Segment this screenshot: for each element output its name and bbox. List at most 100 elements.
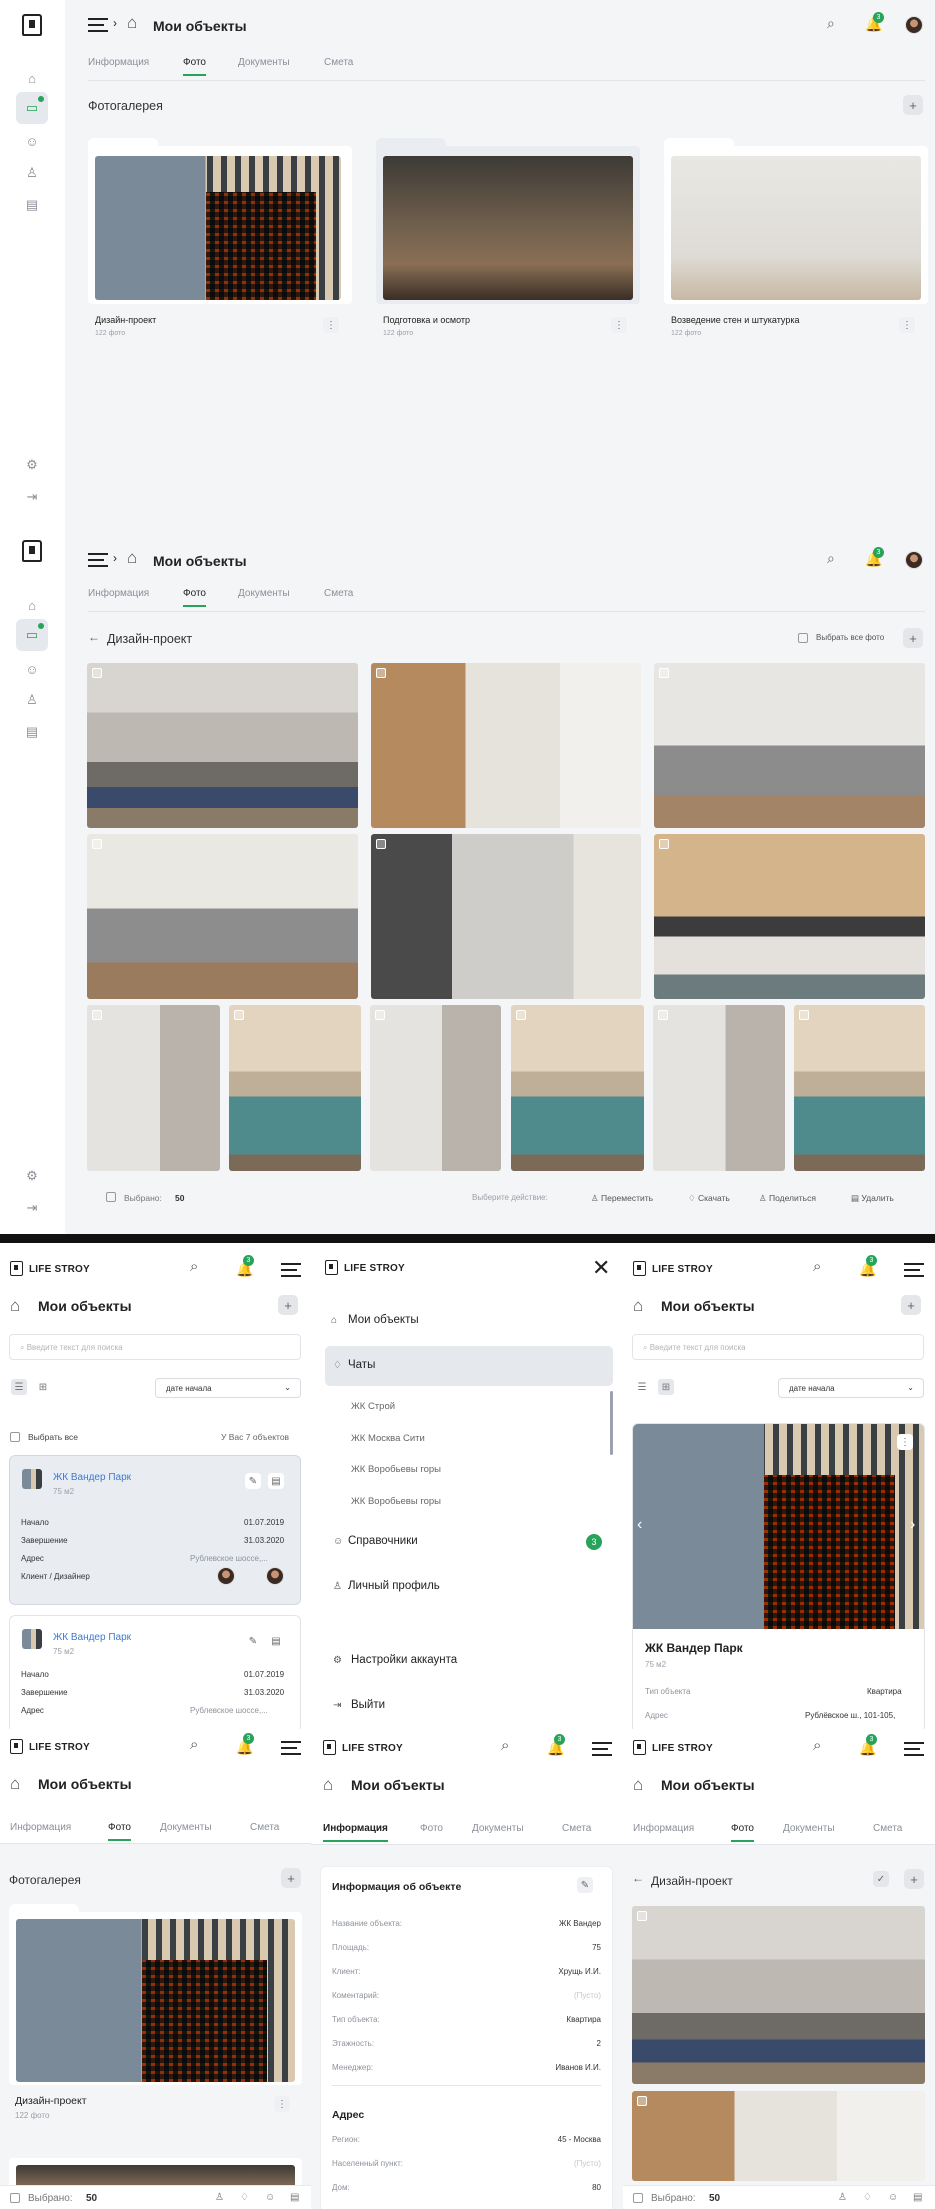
photo-thumb[interactable] [794,1005,925,1171]
chevron-left-icon[interactable]: ‹ [637,1516,642,1534]
tab-photo[interactable]: Фото [108,1822,131,1841]
share-icon[interactable]: ☺ [265,2192,275,2203]
scrollbar[interactable] [610,1391,613,1455]
photo-checkbox[interactable] [92,1010,102,1020]
add-photo-button[interactable]: + [903,628,923,648]
object-name[interactable]: ЖК Вандер Парк [53,1472,131,1483]
photo-thumb[interactable] [632,2091,925,2181]
photo-thumb[interactable] [370,1005,501,1171]
object-grid-card[interactable]: ⋮ ‹ › ЖК Вандер Парк 75 м2 Тип объекта К… [632,1423,925,1729]
users-icon[interactable]: ☺ [22,659,42,679]
photo-checkbox[interactable] [659,668,669,678]
logout-icon[interactable]: ⇥ [22,1198,42,1218]
selected-checkbox[interactable] [10,2193,20,2203]
tab-photo[interactable]: Фото [420,1823,443,1834]
trash-icon[interactable]: ▤ [913,2192,922,2203]
avatar[interactable] [905,16,923,34]
tab-estimate[interactable]: Смета [250,1822,279,1833]
app-logo[interactable] [633,1740,646,1755]
download-button[interactable]: ♢ Скачать [688,1193,730,1204]
search-icon[interactable]: ⌕ [190,1736,198,1753]
add-object-button[interactable]: + [901,1295,921,1315]
chevron-right-icon[interactable]: › [910,1516,915,1534]
client-avatar[interactable] [217,1567,235,1585]
search-icon[interactable]: ⌕ [827,15,835,32]
photo-checkbox[interactable] [799,1010,809,1020]
list-view-button[interactable]: ☰ [634,1379,650,1395]
edit-button[interactable]: ✎ [245,1633,261,1649]
profile-icon[interactable]: ♙ [22,690,42,710]
add-folder-button[interactable]: + [281,1868,301,1888]
tab-docs[interactable]: Документы [238,588,290,599]
photo-thumb[interactable] [511,1005,644,1171]
chat-item[interactable]: ЖК Москва Сити [351,1433,425,1444]
edit-button[interactable]: ✎ [245,1473,261,1489]
photo-checkbox[interactable] [659,839,669,849]
share-button[interactable]: ♙ Поделиться [759,1193,816,1204]
photo-thumb[interactable] [632,1906,925,2084]
close-icon[interactable]: ✕ [592,1257,610,1279]
app-logo[interactable] [10,1261,23,1276]
object-name[interactable]: ЖК Вандер Парк [53,1632,131,1643]
grid-view-button[interactable]: ⊞ [658,1379,674,1395]
photo-thumb[interactable] [371,834,641,999]
tab-info[interactable]: Информация [88,588,149,599]
menu-toggle-icon[interactable] [904,1263,924,1277]
users-icon[interactable]: ☺ [22,131,42,151]
grid-view-button[interactable]: ⊞ [35,1379,51,1395]
add-photo-button[interactable]: + [904,1869,924,1889]
selected-checkbox[interactable] [633,2193,643,2203]
menu-item-settings[interactable]: Настройки аккаунта [351,1654,457,1666]
photo-thumb[interactable] [654,834,925,999]
tab-docs[interactable]: Документы [472,1823,524,1834]
chat-item[interactable]: ЖК Воробьевы горы [351,1464,441,1475]
tab-estimate[interactable]: Смета [562,1823,591,1834]
folder-more-button[interactable]: ⋮ [899,317,915,333]
tab-photo[interactable]: Фото [183,588,206,607]
photo-checkbox[interactable] [637,2096,647,2106]
photo-thumb[interactable] [87,663,358,828]
delete-button[interactable]: ▤ [268,1633,284,1649]
search-input[interactable]: ⌕ Введите текст для поиска [632,1334,924,1360]
logout-icon[interactable]: ⇥ [22,487,42,507]
tab-photo[interactable]: Фото [731,1823,754,1842]
chat-item[interactable]: ЖК Строй [351,1401,395,1412]
profile-icon[interactable]: ♙ [22,163,42,183]
object-card[interactable]: ЖК Вандер Парк 75 м2 ✎ ▤ Начало 01.07.20… [9,1455,301,1605]
tab-docs[interactable]: Документы [160,1822,212,1833]
photo-thumb[interactable] [229,1005,361,1171]
search-icon[interactable]: ⌕ [190,1258,198,1275]
settings-icon[interactable]: ⚙ [22,1166,42,1186]
photo-checkbox[interactable] [375,1010,385,1020]
app-logo[interactable] [633,1261,646,1276]
app-logo[interactable] [325,1260,338,1275]
photo-thumb[interactable] [87,1005,220,1171]
search-icon[interactable]: ⌕ [813,1737,821,1754]
folder-card[interactable] [664,138,928,304]
menu-item-logout[interactable]: Выйти [351,1699,385,1711]
back-arrow-icon[interactable]: ← [632,1871,644,1885]
search-icon[interactable]: ⌕ [813,1258,821,1275]
photo-thumb[interactable] [371,663,641,828]
photo-checkbox[interactable] [376,839,386,849]
tab-info[interactable]: Информация [88,57,149,68]
tab-info[interactable]: Информация [323,1823,388,1842]
move-button[interactable]: ♙ Переместить [591,1193,653,1204]
selected-checkbox[interactable] [106,1192,116,1202]
list-view-button[interactable]: ☰ [11,1379,27,1395]
objects-icon[interactable]: ▭ [16,92,48,124]
menu-toggle-icon[interactable] [592,1742,612,1756]
photo-checkbox[interactable] [92,668,102,678]
folder-card[interactable] [9,1904,302,2085]
move-icon[interactable]: ♙ [838,2192,847,2203]
tab-docs[interactable]: Документы [238,57,290,68]
select-all-checkbox[interactable] [10,1432,20,1442]
edit-button[interactable]: ✎ [577,1877,593,1893]
sort-select[interactable]: дате начала ⌄ [155,1378,301,1398]
avatar[interactable] [905,551,923,569]
app-logo[interactable] [323,1740,336,1755]
tab-info[interactable]: Информация [633,1823,694,1834]
menu-item-objects[interactable]: Мои объекты [348,1314,419,1326]
app-logo[interactable] [22,14,42,36]
menu-toggle-icon[interactable] [88,18,108,32]
